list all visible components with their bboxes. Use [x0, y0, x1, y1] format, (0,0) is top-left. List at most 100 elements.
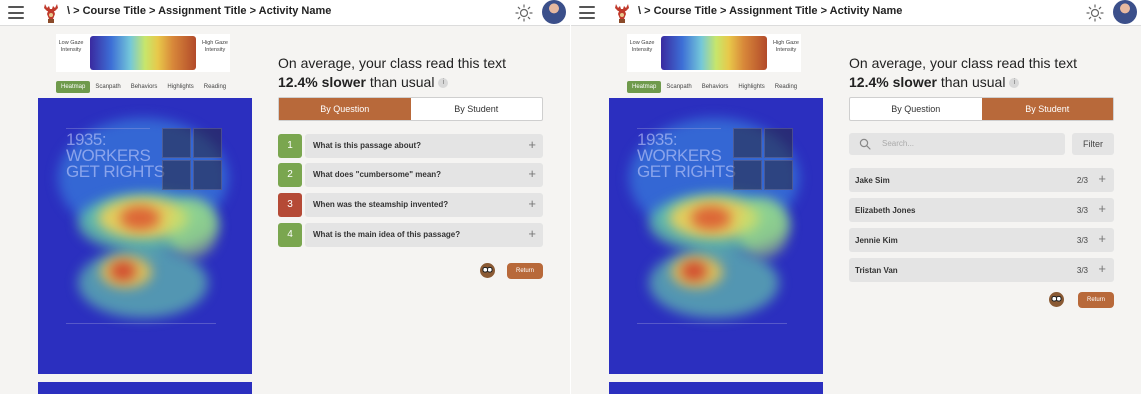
search-placeholder: Search... — [882, 139, 915, 148]
plus-icon[interactable]: + — [1098, 201, 1106, 216]
legend-gradient-bar — [90, 36, 196, 70]
question-text: What does "cumbersome" mean? — [313, 170, 442, 179]
document-title: 1935: WORKERS GET RIGHTS — [66, 131, 165, 181]
summary-prefix: On average, your class read this text — [849, 55, 1077, 71]
plus-icon[interactable]: + — [1098, 261, 1106, 276]
heatmap-document: 1935: WORKERS GET RIGHTS — [609, 98, 823, 374]
toggle-by-student[interactable]: By Student — [411, 98, 543, 120]
student-search-input[interactable]: Search... — [849, 133, 1065, 155]
question-number: 1 — [278, 134, 302, 158]
question-row[interactable]: 2 What does "cumbersome" mean? + — [278, 163, 543, 187]
heat-blob — [739, 198, 789, 258]
hamburger-menu-icon[interactable] — [8, 6, 24, 19]
plus-icon[interactable]: + — [1098, 171, 1106, 186]
tab-heatmap[interactable]: Heatmap — [56, 81, 91, 93]
question-number: 2 — [278, 163, 302, 187]
question-text: What is this passage about? — [313, 141, 422, 150]
toggle-by-question[interactable]: By Question — [279, 98, 411, 120]
screen-by-student: \ > Course Title > Assignment Title > Ac… — [571, 0, 1141, 394]
tab-reading[interactable]: Reading — [199, 81, 231, 93]
document-rule — [637, 128, 721, 129]
question-box[interactable]: What is this passage about? + — [305, 134, 543, 158]
toggle-by-student[interactable]: By Student — [981, 98, 1113, 120]
breadcrumb[interactable]: \ > Course Title > Assignment Title > Ac… — [67, 5, 331, 17]
summary-value: 12.4% — [849, 74, 889, 90]
legend-high-label: High Gaze Intensity — [202, 40, 228, 53]
summary-value: 12.4% — [278, 74, 318, 90]
plus-icon[interactable]: + — [528, 166, 536, 181]
tab-heatmap[interactable]: Heatmap — [627, 81, 662, 93]
plus-icon[interactable]: + — [1098, 231, 1106, 246]
info-icon[interactable]: i — [438, 78, 449, 89]
hamburger-menu-icon[interactable] — [579, 6, 595, 19]
document-title-line: GET RIGHTS — [66, 162, 165, 181]
heat-blob — [120, 206, 160, 230]
tab-scanpath[interactable]: Scanpath — [90, 81, 125, 93]
heatmap-document-next-page — [609, 382, 823, 394]
owl-mascot-icon[interactable] — [480, 263, 495, 278]
tab-behaviors[interactable]: Behaviors — [126, 81, 163, 93]
heat-blob — [681, 261, 707, 281]
summary-emphasis: slower — [321, 74, 366, 90]
student-row[interactable]: Jennie Kim 3/3 + — [849, 228, 1114, 252]
tab-reading[interactable]: Reading — [770, 81, 802, 93]
student-score: 2/3 — [1076, 176, 1088, 185]
student-score: 3/3 — [1076, 236, 1088, 245]
sun-icon[interactable] — [1086, 4, 1104, 22]
summary-suffix: than usual — [936, 74, 1006, 90]
legend-gradient-bar — [661, 36, 767, 70]
question-text: What is the main idea of this passage? — [313, 230, 461, 239]
deer-logo-icon[interactable] — [613, 2, 631, 24]
student-row[interactable]: Tristan Van 3/3 + — [849, 258, 1114, 282]
deer-logo-icon[interactable] — [42, 2, 60, 24]
tab-behaviors[interactable]: Behaviors — [697, 81, 734, 93]
avatar[interactable] — [1113, 0, 1137, 24]
owl-mascot-icon[interactable] — [1049, 292, 1064, 307]
info-icon[interactable]: i — [1009, 78, 1020, 89]
avatar[interactable] — [542, 0, 566, 24]
filter-button[interactable]: Filter — [1072, 133, 1114, 155]
summary-emphasis: slower — [892, 74, 937, 90]
view-tabs: Heatmap Scanpath Behaviors Highlights Re… — [56, 81, 231, 93]
reading-speed-summary: On average, your class read this text 12… — [278, 54, 548, 92]
reading-speed-summary: On average, your class read this text 12… — [849, 54, 1119, 92]
question-box[interactable]: When was the steamship invented? + — [305, 193, 543, 217]
document-rule — [66, 128, 150, 129]
question-row[interactable]: 3 When was the steamship invented? + — [278, 193, 543, 217]
return-button[interactable]: Return — [507, 263, 543, 279]
question-text: When was the steamship invented? — [313, 200, 449, 209]
heatmap-document: 1935: WORKERS GET RIGHTS — [38, 98, 252, 374]
legend-low-label: Low Gaze Intensity — [629, 40, 655, 53]
student-row[interactable]: Elizabeth Jones 3/3 + — [849, 198, 1114, 222]
toggle-by-question[interactable]: By Question — [850, 98, 982, 120]
view-toggle: By Question By Student — [849, 97, 1114, 121]
legend-high-label: High Gaze Intensity — [773, 40, 799, 53]
student-name: Jake Sim — [855, 176, 890, 185]
plus-icon[interactable]: + — [528, 137, 536, 152]
plus-icon[interactable]: + — [528, 226, 536, 241]
return-button[interactable]: Return — [1078, 292, 1114, 308]
question-row[interactable]: 1 What is this passage about? + — [278, 134, 543, 158]
tab-highlights[interactable]: Highlights — [733, 81, 769, 93]
screen-by-question: \ > Course Title > Assignment Title > Ac… — [0, 0, 570, 394]
tab-highlights[interactable]: Highlights — [162, 81, 198, 93]
question-box[interactable]: What does "cumbersome" mean? + — [305, 163, 543, 187]
summary-suffix: than usual — [365, 74, 435, 90]
document-title: 1935: WORKERS GET RIGHTS — [637, 131, 736, 180]
student-score: 3/3 — [1076, 206, 1088, 215]
plus-icon[interactable]: + — [528, 196, 536, 211]
heat-blob — [168, 198, 218, 258]
document-photo-grid — [733, 128, 793, 190]
student-score: 3/3 — [1076, 266, 1088, 275]
gaze-intensity-legend: Low Gaze Intensity High Gaze Intensity — [56, 34, 230, 72]
document-photo-grid — [162, 128, 222, 190]
question-row[interactable]: 4 What is the main idea of this passage?… — [278, 223, 543, 247]
student-row[interactable]: Jake Sim 2/3 + — [849, 168, 1114, 192]
question-box[interactable]: What is the main idea of this passage? + — [305, 223, 543, 247]
document-rule — [637, 323, 787, 324]
view-toggle: By Question By Student — [278, 97, 543, 121]
sun-icon[interactable] — [515, 4, 533, 22]
tab-scanpath[interactable]: Scanpath — [661, 81, 696, 93]
breadcrumb[interactable]: \ > Course Title > Assignment Title > Ac… — [638, 5, 902, 17]
heat-blob — [691, 206, 731, 230]
